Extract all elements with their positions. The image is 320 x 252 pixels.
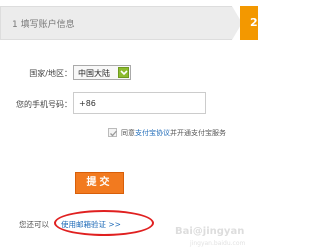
country-label: 国家/地区： — [29, 69, 72, 78]
watermark-url: jingyan.baidu.com — [190, 240, 246, 247]
phone-input-value: +86 — [79, 99, 96, 108]
submit-button[interactable]: 提交 — [75, 172, 124, 194]
alt-verification-prefix: 您还可以 — [19, 220, 49, 229]
agree-suffix: 并开通支付宝服务 — [170, 129, 226, 137]
checkmark-icon — [110, 130, 117, 137]
alipay-agreement-link[interactable]: 支付宝协议 — [135, 129, 170, 137]
step-next-number: 2 — [250, 16, 258, 29]
step-current-label: 1 填写账户信息 — [12, 20, 75, 30]
chevron-down-icon[interactable] — [118, 67, 129, 78]
country-select-value: 中国大陆 — [78, 69, 110, 78]
step-progress-bar: 2 1 填写账户信息 — [0, 6, 258, 40]
agree-text: 同意支付宝协议并开通支付宝服务 — [121, 128, 226, 138]
agree-prefix: 同意 — [121, 129, 135, 137]
phone-label: 您的手机号码： — [16, 100, 72, 109]
phone-input[interactable]: +86 — [73, 92, 206, 114]
watermark-logo: Bai@jingyan — [175, 226, 245, 237]
highlight-circle — [54, 210, 154, 236]
agree-checkbox[interactable] — [108, 128, 117, 137]
country-select[interactable]: 中国大陆 — [73, 65, 131, 80]
